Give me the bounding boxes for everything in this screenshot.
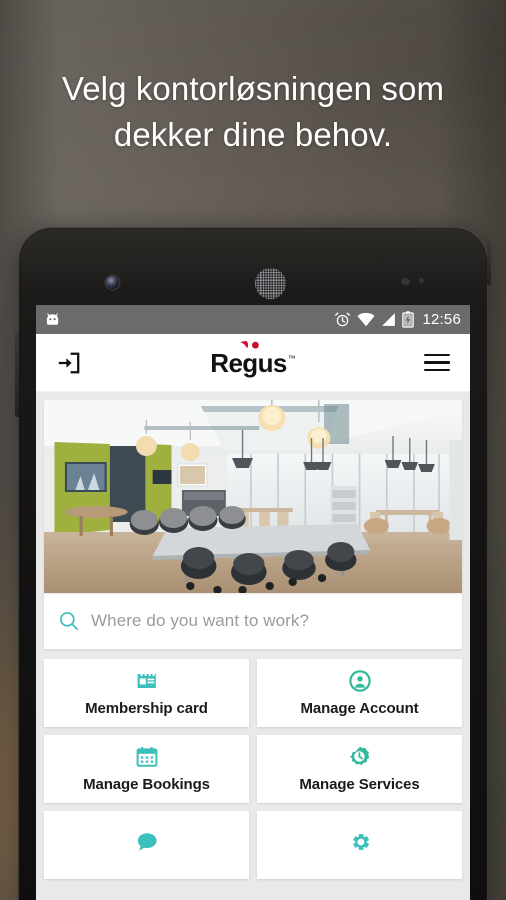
- chat-bubble-icon: [137, 832, 157, 851]
- power-button[interactable]: [487, 241, 491, 285]
- tile-membership-card[interactable]: Membership card: [44, 659, 249, 727]
- tile-manage-services[interactable]: Manage Services: [257, 735, 462, 803]
- settings-gear-icon: [352, 833, 369, 850]
- ambient-light-sensor-icon: [419, 278, 424, 283]
- phone-device: 12:56 Regus ™ Where do you want to work?…: [15, 227, 491, 900]
- hamburger-menu-icon[interactable]: [424, 353, 450, 372]
- front-camera-icon: [106, 276, 119, 289]
- account-circle-icon: [348, 670, 371, 692]
- hero-image: [44, 400, 462, 593]
- regus-logo: Regus ™: [210, 340, 296, 378]
- cellular-signal-icon: [382, 313, 396, 326]
- regus-leaf-mark-icon: [240, 340, 260, 349]
- wifi-icon: [357, 312, 376, 327]
- status-bar: 12:56: [36, 305, 470, 334]
- promo-headline: Velg kontorløsningen som dekker dine beh…: [61, 70, 445, 153]
- app-bar: Regus ™: [36, 334, 470, 392]
- tile-label: Manage Services: [299, 776, 420, 793]
- tile-label: Manage Bookings: [83, 776, 210, 793]
- office-interior-illustration: [44, 400, 462, 593]
- status-bar-left: [44, 311, 61, 328]
- earpiece-speaker-icon: [255, 268, 286, 299]
- membership-card-icon: [137, 674, 156, 688]
- tile-chat[interactable]: [44, 811, 249, 879]
- menu-line: [424, 361, 450, 364]
- menu-line: [424, 353, 450, 357]
- tile-settings[interactable]: [257, 811, 462, 879]
- alarm-icon: [335, 312, 351, 327]
- tile-manage-account[interactable]: Manage Account: [257, 659, 462, 727]
- services-gear-icon: [349, 746, 369, 765]
- tile-label: Manage Account: [300, 700, 419, 717]
- volume-button[interactable]: [15, 331, 19, 417]
- status-bar-right: 12:56: [334, 311, 461, 328]
- home-content: Where do you want to work? Membership ca…: [36, 392, 470, 900]
- cyanogenmod-icon: [46, 313, 59, 325]
- search-icon: [60, 612, 79, 631]
- phone-screen: 12:56 Regus ™ Where do you want to work?…: [36, 305, 470, 900]
- search-input[interactable]: Where do you want to work?: [91, 611, 309, 631]
- proximity-sensor-icon: [401, 278, 410, 285]
- trademark-symbol: ™: [287, 353, 296, 363]
- quick-actions-grid: Membership card Manage Account Manage Bo…: [36, 649, 470, 879]
- login-icon[interactable]: [56, 350, 82, 376]
- search-bar[interactable]: Where do you want to work?: [44, 593, 462, 649]
- menu-line: [424, 368, 450, 372]
- tile-label: Membership card: [85, 700, 208, 717]
- status-bar-clock: 12:56: [422, 311, 461, 328]
- battery-charging-icon: [402, 311, 415, 328]
- regus-wordmark: Regus: [210, 347, 287, 378]
- calendar-icon: [136, 746, 157, 767]
- tile-manage-bookings[interactable]: Manage Bookings: [44, 735, 249, 803]
